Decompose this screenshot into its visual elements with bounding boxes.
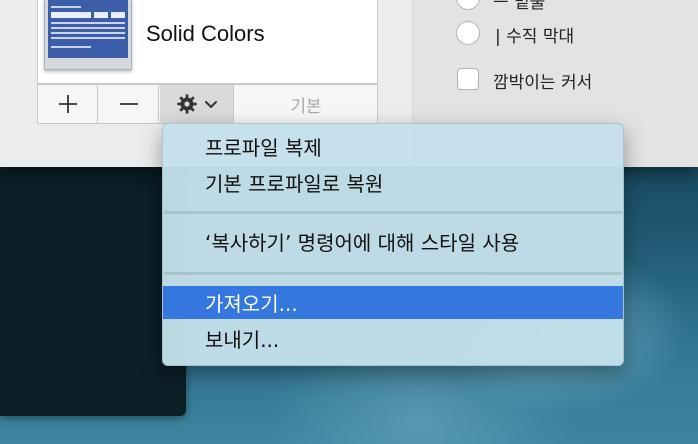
menu-item-export[interactable]: 보내기... [163, 322, 623, 355]
profile-list[interactable]: Solid Colors [37, 0, 378, 84]
chevron-down-icon [204, 101, 217, 108]
thumbnail-line [51, 32, 125, 34]
thumbnail-screen [48, 0, 128, 58]
vertical-bar-cursor-radio[interactable] [456, 21, 480, 45]
minus-icon [119, 103, 138, 105]
plus-icon [58, 95, 77, 113]
set-default-button[interactable]: 기본 [235, 85, 377, 123]
menu-item-use-style-for-copy[interactable]: ‘복사하기’ 명령어에 대해 스타일 사용 [163, 225, 623, 258]
blink-cursor-checkbox[interactable] [457, 68, 479, 90]
thumbnail-line [51, 22, 125, 24]
profile-actions-menu: 프로파일 복제 기본 프로파일로 복원 ‘복사하기’ 명령어에 대해 스타일 사… [162, 123, 624, 366]
profile-name: Solid Colors [146, 21, 265, 46]
add-profile-button[interactable] [38, 85, 98, 123]
thumbnail-line [51, 6, 81, 8]
thumbnail-line [51, 37, 125, 39]
underline-cursor-radio[interactable] [456, 0, 480, 10]
remove-profile-button[interactable] [99, 85, 159, 123]
thumbnail-header [51, 12, 91, 18]
terminal-window-behind [0, 160, 186, 416]
profile-toolbar: 기본 [37, 84, 378, 124]
underline-cursor-label: ㅡ 밑줄 [493, 0, 546, 13]
thumbnail-header [94, 12, 108, 18]
profile-row-solid-colors[interactable]: Solid Colors [38, 0, 377, 80]
menu-separator [164, 211, 622, 214]
profile-thumbnail [44, 0, 132, 70]
thumbnail-line [51, 27, 125, 29]
menu-item-import[interactable]: 가져오기... [163, 286, 623, 319]
profile-actions-button[interactable] [160, 85, 234, 123]
menu-separator [164, 272, 622, 275]
blink-cursor-label: 깜박이는 커서 [493, 73, 593, 93]
vertical-bar-cursor-label: | 수직 막대 [495, 27, 575, 47]
gear-icon [176, 94, 197, 114]
thumbnail-line [51, 46, 91, 48]
menu-item-duplicate-profile[interactable]: 프로파일 복제 [163, 130, 623, 163]
thumbnail-header [111, 12, 125, 18]
menu-item-restore-default-profiles[interactable]: 기본 프로파일로 복원 [163, 166, 623, 199]
